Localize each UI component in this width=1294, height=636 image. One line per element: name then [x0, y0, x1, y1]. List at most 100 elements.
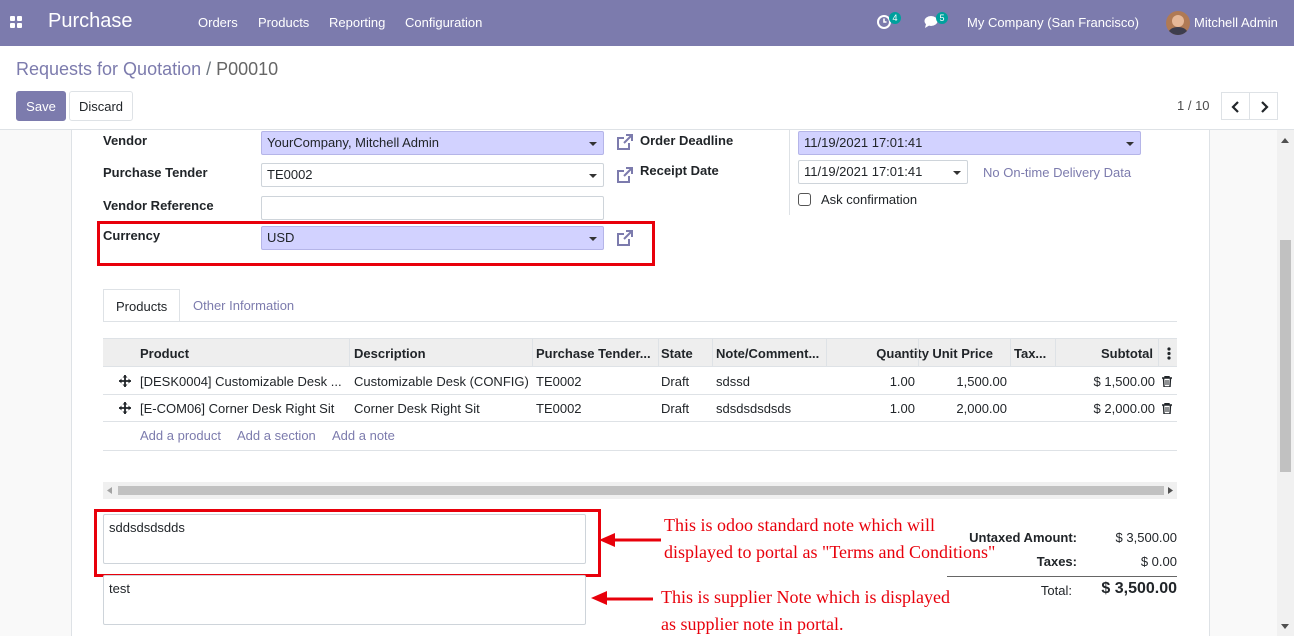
- cell-description[interactable]: Corner Desk Right Sit: [354, 401, 532, 416]
- annotation-terms-line2: displayed to portal as "Terms and Condit…: [664, 542, 996, 562]
- scroll-right-arrow-icon[interactable]: [1168, 487, 1173, 494]
- chevron-left-icon: [1231, 101, 1239, 113]
- scroll-up-arrow-icon[interactable]: [1281, 138, 1289, 143]
- column-unit-price[interactable]: Unit Price: [922, 346, 993, 361]
- column-purchase-tender[interactable]: Purchase Tender...: [536, 346, 658, 361]
- scroll-down-arrow-icon[interactable]: [1281, 624, 1289, 629]
- drag-handle-icon[interactable]: [119, 375, 131, 387]
- receipt-date-value: 11/19/2021 17:01:41: [804, 164, 923, 179]
- horizontal-scrollbar[interactable]: [103, 482, 1177, 499]
- scroll-left-arrow-icon[interactable]: [107, 487, 112, 494]
- menu-products[interactable]: Products: [258, 15, 309, 30]
- cell-purchase-tender[interactable]: TE0002: [536, 401, 656, 416]
- taxes-value: $ 0.00: [1140, 554, 1177, 569]
- untaxed-amount-value: $ 3,500.00: [1115, 530, 1177, 545]
- breadcrumb-separator: /: [206, 59, 212, 79]
- cell-subtotal: $ 1,500.00: [1093, 374, 1155, 389]
- cell-note[interactable]: sdssd: [716, 374, 824, 389]
- annotation-arrow-supplier-icon: [591, 591, 653, 605]
- vendor-label: Vendor: [103, 133, 148, 148]
- cell-unit-price[interactable]: 2,000.00: [922, 401, 1007, 416]
- column-note-comment[interactable]: Note/Comment...: [716, 346, 826, 361]
- save-button[interactable]: Save: [16, 91, 66, 121]
- total-value: $ 3,500.00: [1101, 580, 1177, 597]
- cell-product[interactable]: [E-COM06] Corner Desk Right Sit: [140, 401, 347, 416]
- breadcrumb: Requests for Quotation / P00010: [16, 59, 278, 80]
- vendor-select[interactable]: YourCompany, Mitchell Admin: [261, 131, 604, 155]
- column-description[interactable]: Description: [354, 346, 529, 361]
- breadcrumb-parent[interactable]: Requests for Quotation: [16, 59, 201, 79]
- receipt-date-label: Receipt Date: [640, 163, 719, 178]
- order-deadline-label: Order Deadline: [640, 133, 734, 148]
- currency-highlight-box: [97, 221, 655, 266]
- table-footer-line: [103, 450, 1177, 451]
- order-deadline-input[interactable]: 11/19/2021 17:01:41: [798, 131, 1141, 155]
- tab-products[interactable]: Products: [103, 289, 180, 322]
- add-product-link[interactable]: Add a product: [140, 428, 221, 443]
- vertical-scrollbar[interactable]: [1277, 130, 1294, 636]
- cell-quantity[interactable]: 1.00: [830, 401, 915, 416]
- annotation-arrow-terms-icon: [599, 533, 661, 547]
- purchase-tender-select[interactable]: TE0002: [261, 163, 604, 187]
- totals-divider: [947, 576, 1177, 577]
- add-section-link[interactable]: Add a section: [237, 428, 316, 443]
- cell-product[interactable]: [DESK0004] Customizable Desk ...: [140, 374, 347, 389]
- cell-note[interactable]: sdsdsdsdsds: [716, 401, 824, 416]
- cell-unit-price[interactable]: 1,500.00: [922, 374, 1007, 389]
- external-link-icon[interactable]: [615, 165, 635, 185]
- dropdown-caret-icon: [589, 174, 597, 178]
- cell-purchase-tender[interactable]: TE0002: [536, 374, 656, 389]
- cell-quantity[interactable]: 1.00: [830, 374, 915, 389]
- menu-reporting[interactable]: Reporting: [329, 15, 385, 30]
- cell-state: Draft: [661, 374, 690, 389]
- table-row[interactable]: [E-COM06] Corner Desk Right Sit Corner D…: [103, 395, 1177, 422]
- tab-divider: [103, 321, 1177, 322]
- cell-description[interactable]: Customizable Desk (CONFIG): [354, 374, 532, 389]
- column-state[interactable]: State: [661, 346, 711, 361]
- terms-note-highlight-box: [94, 509, 601, 577]
- apps-menu-icon[interactable]: [10, 16, 23, 29]
- drag-handle-icon[interactable]: [119, 402, 131, 414]
- add-note-link[interactable]: Add a note: [332, 428, 395, 443]
- vendor-reference-label: Vendor Reference: [103, 198, 214, 213]
- chevron-right-icon: [1261, 101, 1269, 113]
- ask-confirmation-checkbox[interactable]: [798, 193, 811, 206]
- receipt-date-input[interactable]: 11/19/2021 17:01:41: [798, 160, 968, 184]
- external-link-icon[interactable]: [615, 132, 635, 152]
- column-quantity[interactable]: Quantity: [830, 346, 929, 361]
- optional-columns-icon[interactable]: [1167, 347, 1171, 360]
- tab-other-information[interactable]: Other Information: [181, 289, 306, 322]
- order-deadline-value: 11/19/2021 17:01:41: [804, 135, 923, 150]
- messages-badge: 5: [936, 12, 948, 24]
- company-switcher[interactable]: My Company (San Francisco): [967, 15, 1139, 30]
- table-row[interactable]: [DESK0004] Customizable Desk ... Customi…: [103, 368, 1177, 395]
- user-menu[interactable]: Mitchell Admin: [1194, 15, 1278, 30]
- horizontal-scroll-thumb[interactable]: [118, 486, 1164, 495]
- group-divider: [789, 130, 790, 215]
- app-name[interactable]: Purchase: [48, 10, 133, 33]
- supplier-note-field[interactable]: test: [103, 575, 586, 625]
- column-taxes[interactable]: Tax...: [1014, 346, 1054, 361]
- discard-button[interactable]: Discard: [69, 91, 133, 121]
- pager-next-button[interactable]: [1249, 92, 1278, 120]
- annotation-supplier-line1: This is supplier Note which is displayed: [661, 587, 950, 607]
- trash-icon[interactable]: [1162, 403, 1172, 414]
- vendor-reference-input[interactable]: [261, 196, 604, 220]
- activity-badge: 4: [889, 12, 901, 24]
- column-product[interactable]: Product: [140, 346, 345, 361]
- user-avatar[interactable]: [1166, 11, 1190, 35]
- on-time-delivery-link[interactable]: No On-time Delivery Data: [983, 165, 1131, 180]
- menu-orders[interactable]: Orders: [198, 15, 238, 30]
- dropdown-caret-icon: [1126, 142, 1134, 146]
- annotation-terms-line1: This is odoo standard note which will: [664, 515, 935, 535]
- trash-icon[interactable]: [1162, 376, 1172, 387]
- pager-counter[interactable]: 1 / 10: [1177, 98, 1210, 113]
- order-lines-header: Product Description Purchase Tender... S…: [103, 338, 1177, 367]
- breadcrumb-current: P00010: [216, 59, 279, 79]
- pager-previous-button[interactable]: [1221, 92, 1250, 120]
- form-sheet: Vendor YourCompany, Mitchell Admin Purch…: [71, 130, 1210, 636]
- vertical-scroll-thumb[interactable]: [1280, 240, 1291, 472]
- menu-configuration[interactable]: Configuration: [405, 15, 482, 30]
- column-subtotal[interactable]: Subtotal: [1059, 346, 1153, 361]
- cell-subtotal: $ 2,000.00: [1093, 401, 1155, 416]
